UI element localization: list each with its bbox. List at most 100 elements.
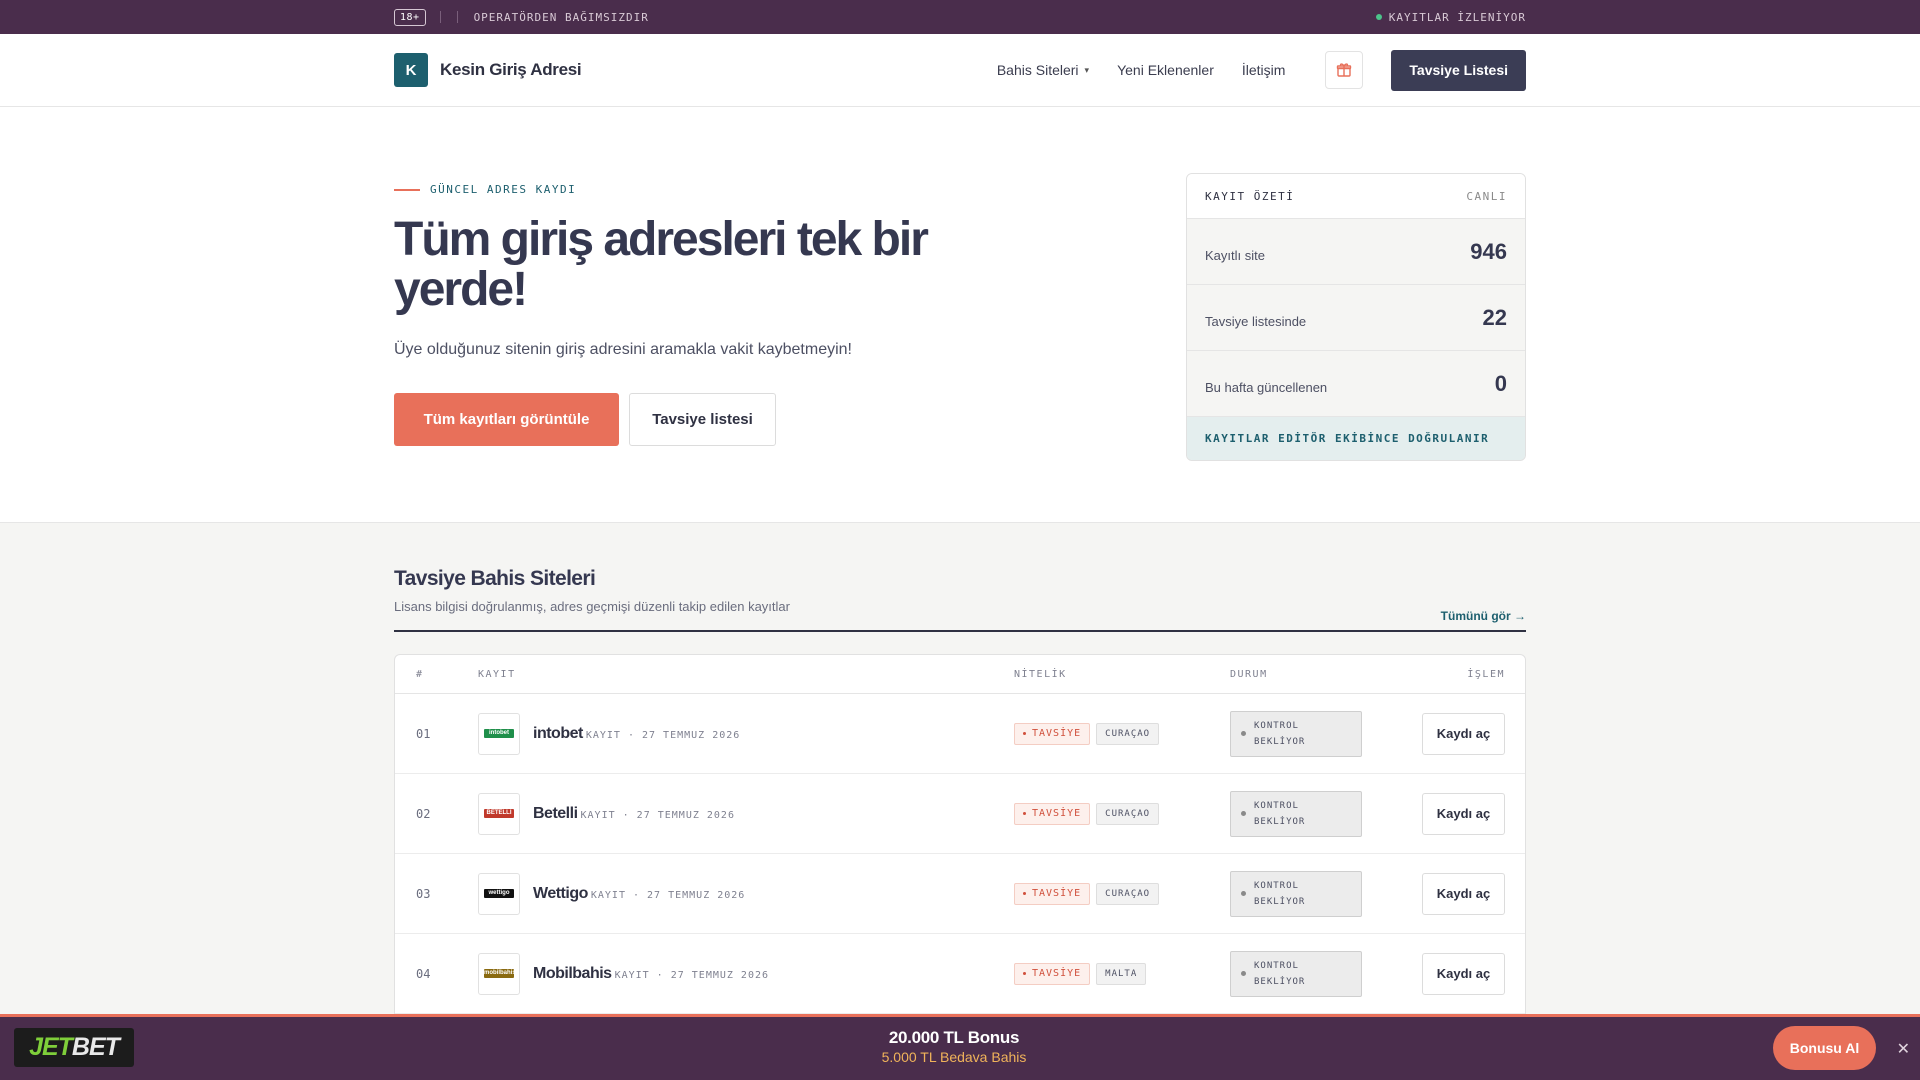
row-status: KONTROL BEKLİYOR <box>1230 870 1421 917</box>
recommend-badge: TAVSİYE <box>1014 802 1091 825</box>
summary-live-label: CANLI <box>1466 189 1507 203</box>
promo-banner: JET BET 20.000 TL Bonus 5.000 TL Bedava B… <box>0 1014 1920 1080</box>
row-site: BETELLI Betelli KAYIT · 27 TEMMUZ 2026 <box>478 792 1014 835</box>
site-name: Wettigo <box>533 884 588 902</box>
recommend-list-secondary-button[interactable]: Tavsiye listesi <box>629 393 776 446</box>
summary-row: Bu hafta güncellenen 0 <box>1187 351 1525 417</box>
status-dot-icon <box>1241 811 1246 816</box>
live-dot-icon <box>1375 14 1382 20</box>
badge-dot-icon <box>1023 812 1026 815</box>
divider <box>439 11 441 23</box>
row-attributes: TAVSİYE CURAÇAO <box>1014 722 1230 745</box>
claim-bonus-button[interactable]: Bonusu Al <box>1773 1026 1876 1070</box>
open-record-button[interactable]: Kaydı aç <box>1422 952 1505 995</box>
table-row: 01 intobet intobet KAYIT · 27 TEMMUZ 202… <box>395 694 1525 774</box>
license-badge: MALTA <box>1096 962 1147 985</box>
summary-row: Kayıtlı site 946 <box>1187 219 1525 285</box>
table-row: 03 wettigo Wettigo KAYIT · 27 TEMMUZ 202… <box>395 854 1525 934</box>
site-logo: intobet <box>478 712 520 755</box>
section-subtitle: Lisans bilgisi doğrulanmış, adres geçmiş… <box>394 599 790 614</box>
summary-label: Tavsiye listesinde <box>1205 314 1307 329</box>
site-name: intobet <box>533 724 583 742</box>
nav-bahis-siteleri[interactable]: Bahis Siteleri ▾ <box>997 62 1089 78</box>
status-line: KONTROL <box>1254 720 1299 731</box>
recommend-badge: TAVSİYE <box>1014 882 1091 905</box>
badge-label: TAVSİYE <box>1032 808 1082 819</box>
license-badge: CURAÇAO <box>1096 802 1160 825</box>
col-durum: DURUM <box>1230 668 1268 680</box>
nav-iletisim[interactable]: İletişim <box>1242 62 1286 78</box>
site-logo: BETELLI <box>478 792 520 835</box>
col-islem: İŞLEM <box>1467 668 1505 680</box>
promo-subtitle: 5.000 TL Bedava Bahis <box>881 1049 1027 1065</box>
badge-dot-icon <box>1023 892 1026 895</box>
site-meta: KAYIT · 27 TEMMUZ 2026 <box>590 890 746 901</box>
gift-icon <box>1337 63 1352 77</box>
status-text: KONTROL BEKLİYOR <box>1254 798 1305 830</box>
site-header: K Kesin Giriş Adresi Bahis Siteleri ▾ Ye… <box>0 34 1920 107</box>
status-line: BEKLİYOR <box>1254 816 1306 827</box>
independent-notice: OPERATÖRDEN BAĞIMSIZDIR <box>473 10 649 24</box>
section-divider <box>394 630 1526 632</box>
chevron-down-icon: ▾ <box>1084 64 1090 75</box>
see-all-link[interactable]: Tümünü gör → <box>1441 609 1526 623</box>
status-badge: KONTROL BEKLİYOR <box>1230 950 1362 997</box>
col-nitelik: NİTELİK <box>1014 668 1067 680</box>
open-record-button[interactable]: Kaydı aç <box>1422 872 1505 915</box>
row-number: 03 <box>416 886 431 901</box>
row-number: 02 <box>416 806 431 821</box>
row-action: Kaydı aç <box>1421 712 1525 755</box>
hero-subtitle: Üye olduğunuz sitenin giriş adresini ara… <box>394 341 852 358</box>
status-line: KONTROL <box>1254 880 1299 891</box>
age-badge: 18+ <box>394 8 426 26</box>
recommended-sites-section: Tavsiye Bahis Siteleri Lisans bilgisi do… <box>0 523 1920 1080</box>
record-summary-card: KAYIT ÖZETİ CANLI Kayıtlı site 946 Tavsi… <box>1186 173 1526 461</box>
row-site: intobet intobet KAYIT · 27 TEMMUZ 2026 <box>478 712 1014 755</box>
summary-label: Kayıtlı site <box>1205 248 1265 263</box>
license-badge: CURAÇAO <box>1096 722 1160 745</box>
summary-header: KAYIT ÖZETİ CANLI <box>1187 174 1525 219</box>
site-logo-mark: intobet <box>484 729 514 738</box>
nav-label: Bahis Siteleri <box>996 62 1079 78</box>
site-logo: wettigo <box>478 872 520 915</box>
logo-text[interactable]: Kesin Giriş Adresi <box>440 60 582 80</box>
site-logo-mark: BETELLI <box>484 809 514 818</box>
summary-title: KAYIT ÖZETİ <box>1205 189 1295 203</box>
hero-eyebrow: GÜNCEL ADRES KAYDI <box>394 183 576 196</box>
row-site: mobilbahis Mobilbahis KAYIT · 27 TEMMUZ … <box>478 952 1014 995</box>
gift-button[interactable] <box>1325 51 1364 89</box>
summary-value: 946 <box>1470 238 1507 264</box>
row-action: Kaydı aç <box>1421 952 1525 995</box>
status-dot-icon <box>1241 891 1246 896</box>
sites-table: # KAYIT NİTELİK DURUM İŞLEM 01 intobet i… <box>394 654 1526 1015</box>
status-line: KONTROL <box>1254 960 1299 971</box>
status-line: BEKLİYOR <box>1254 736 1306 747</box>
row-status: KONTROL BEKLİYOR <box>1230 790 1421 837</box>
badge-dot-icon <box>1023 972 1026 975</box>
view-all-records-button[interactable]: Tüm kayıtları görüntüle <box>394 393 619 446</box>
divider <box>456 11 458 23</box>
recommend-badge: TAVSİYE <box>1014 962 1091 985</box>
col-kayit: KAYIT <box>478 668 516 680</box>
promo-title: 20.000 TL Bonus <box>888 1028 1020 1047</box>
logo-mark[interactable]: K <box>394 53 428 87</box>
top-bar: 18+ OPERATÖRDEN BAĞIMSIZDIR KAYITLAR İZL… <box>0 0 1920 34</box>
main-nav: Bahis Siteleri ▾ Yeni Eklenenler İletişi… <box>997 62 1286 78</box>
row-site: wettigo Wettigo KAYIT · 27 TEMMUZ 2026 <box>478 872 1014 915</box>
open-record-button[interactable]: Kaydı aç <box>1422 792 1505 835</box>
close-icon[interactable]: ✕ <box>1897 1039 1910 1059</box>
site-name: Mobilbahis <box>533 964 612 982</box>
badge-label: TAVSİYE <box>1032 968 1082 979</box>
nav-yeni-eklenenler[interactable]: Yeni Eklenenler <box>1117 62 1214 78</box>
hero-title: Tüm giriş adresleri tek bir yerde! <box>394 213 929 316</box>
row-status: KONTROL BEKLİYOR <box>1230 710 1421 757</box>
section-title: Tavsiye Bahis Siteleri <box>394 567 596 590</box>
badge-label: TAVSİYE <box>1032 728 1082 739</box>
status-dot-icon <box>1241 971 1246 976</box>
site-meta: KAYIT · 27 TEMMUZ 2026 <box>585 730 741 741</box>
open-record-button[interactable]: Kaydı aç <box>1422 712 1505 755</box>
status-badge: KONTROL BEKLİYOR <box>1230 870 1362 917</box>
eyebrow-line <box>394 188 420 191</box>
recommend-list-button[interactable]: Tavsiye Listesi <box>1391 49 1526 91</box>
summary-footer: KAYITLAR EDİTÖR EKİBİNCE DOĞRULANIR <box>1187 417 1525 460</box>
